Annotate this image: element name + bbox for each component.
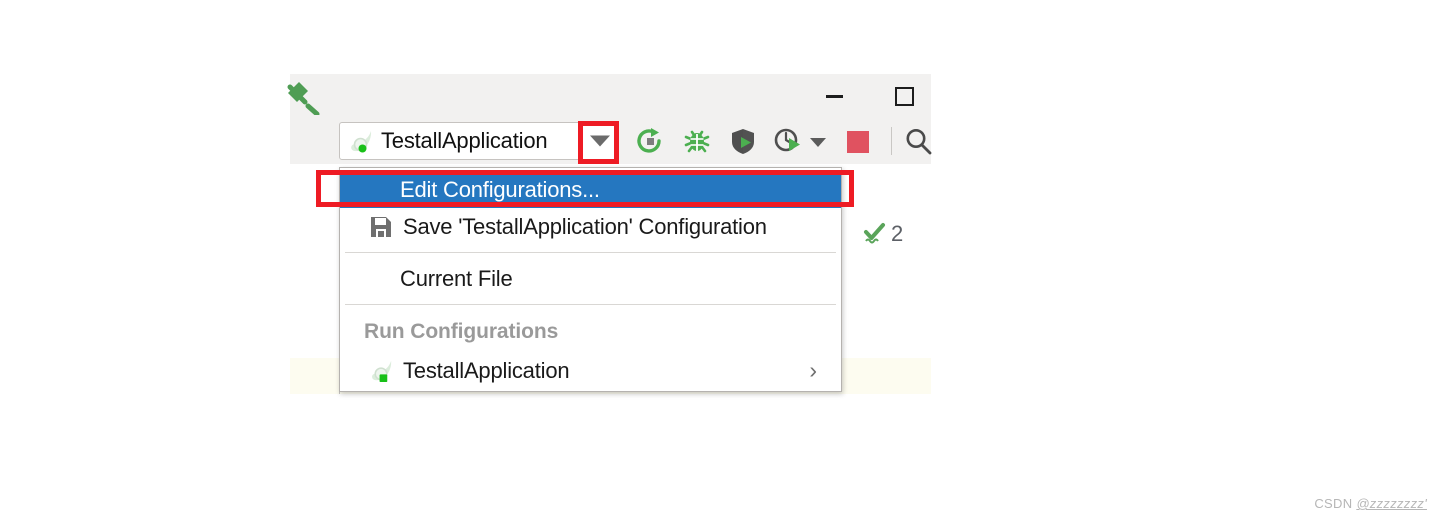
window-title-bar <box>290 74 931 119</box>
profiler-run-icon[interactable] <box>773 126 803 156</box>
watermark-handle: @zzzzzzzz' <box>1356 496 1427 511</box>
menu-item-label: Edit Configurations... <box>400 176 600 202</box>
toolbar-divider <box>891 127 892 155</box>
watermark-prefix: CSDN <box>1314 496 1357 511</box>
spring-boot-leaf-icon <box>368 358 394 384</box>
menu-item-testall-application[interactable]: TestallApplication › <box>340 352 841 389</box>
menu-item-label: Current File <box>400 265 513 291</box>
menu-section-header-run-configurations: Run Configurations <box>364 320 559 343</box>
inspection-check-icon <box>864 223 885 244</box>
run-configuration-selector[interactable]: TestallApplication <box>339 122 619 160</box>
hammer-build-icon[interactable] <box>286 81 320 115</box>
maximize-icon <box>894 86 914 106</box>
chevron-right-icon[interactable]: › <box>809 359 817 382</box>
stop-square-icon[interactable] <box>847 131 869 153</box>
search-icon[interactable] <box>903 126 933 156</box>
run-configuration-popup-menu: Edit Configurations... Save 'TestallAppl… <box>339 167 842 392</box>
menu-item-label: TestallApplication <box>403 357 570 383</box>
menu-item-save-configuration[interactable]: Save 'TestallApplication' Configuration <box>340 208 841 245</box>
menu-separator <box>345 304 836 305</box>
inspection-count: 2 <box>891 221 904 246</box>
menu-separator <box>345 252 836 253</box>
watermark: CSDN @zzzzzzzz' <box>1314 496 1427 511</box>
spring-boot-leaf-icon <box>351 131 372 153</box>
profile-chevron-down-icon[interactable] <box>810 138 826 147</box>
minimize-icon <box>825 94 843 98</box>
rerun-icon[interactable] <box>635 126 665 156</box>
debug-bug-icon[interactable] <box>682 126 712 156</box>
menu-item-edit-configurations[interactable]: Edit Configurations... <box>340 171 841 208</box>
chevron-down-icon[interactable] <box>590 135 610 147</box>
coverage-run-icon[interactable] <box>728 126 758 156</box>
inspections-widget[interactable]: 2 <box>862 221 903 247</box>
menu-item-label: Save 'TestallApplication' Configuration <box>403 213 767 239</box>
maximize-button[interactable] <box>881 74 927 118</box>
menu-item-current-file[interactable]: Current File <box>340 260 841 297</box>
save-floppy-icon <box>368 214 394 240</box>
minimize-button[interactable] <box>811 74 857 118</box>
run-configuration-name: TestallApplication <box>381 128 548 153</box>
